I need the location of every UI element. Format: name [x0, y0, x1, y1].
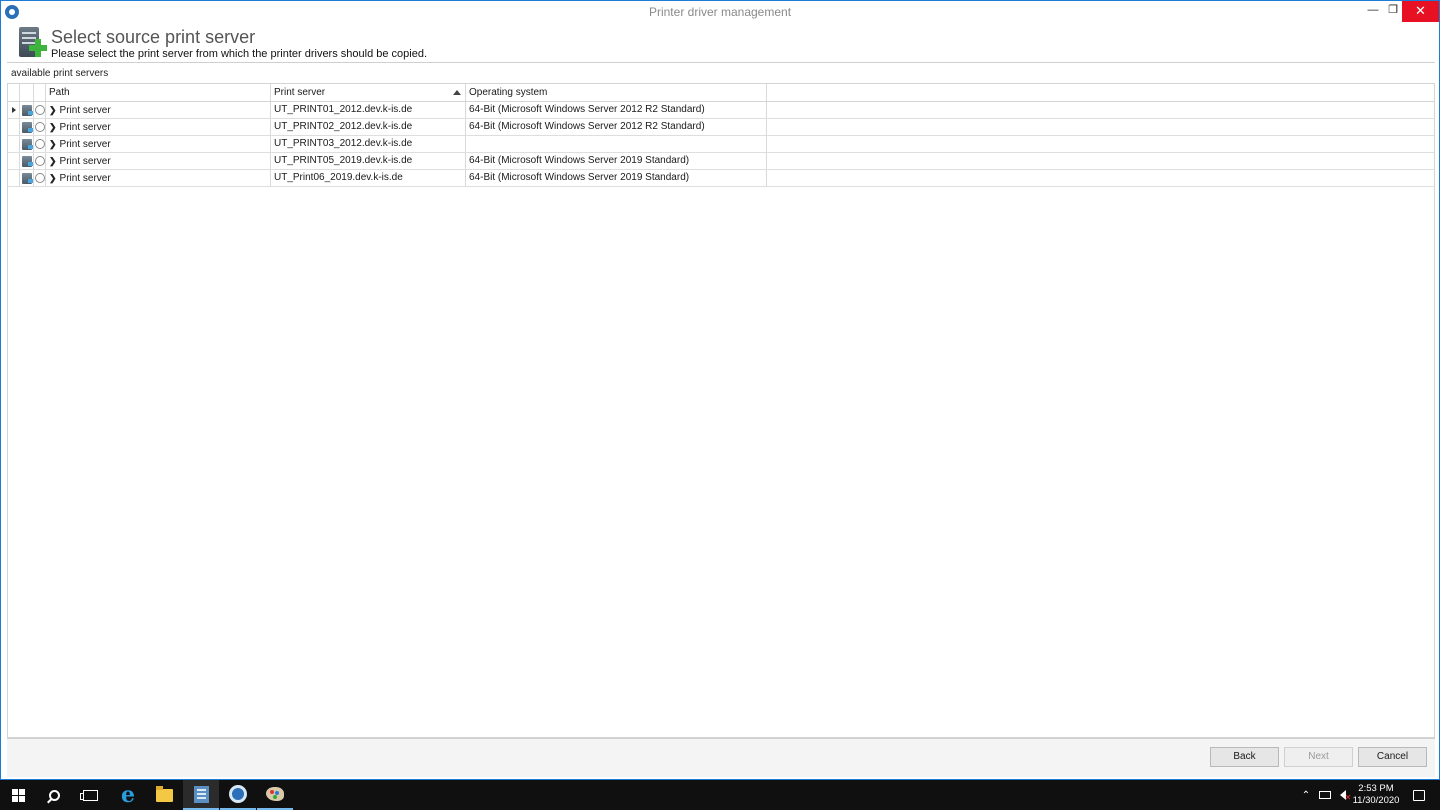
network-icon[interactable]: [1316, 780, 1334, 810]
row-icon-cell: [20, 119, 34, 135]
printer-driver-app-icon[interactable]: [183, 780, 219, 810]
group-label: available print servers: [11, 68, 109, 79]
table-row[interactable]: ❯ Print server UT_PRINT03_2012.dev.k-is.d…: [8, 136, 1434, 153]
os-cell[interactable]: 64-Bit (Microsoft Windows Server 2019 St…: [466, 153, 767, 169]
server-add-icon: [17, 27, 47, 59]
print-server-cell[interactable]: UT_PRINT05_2019.dev.k-is.de: [271, 153, 466, 169]
table-row[interactable]: ❯ Print server UT_PRINT02_2012.dev.k-is.d…: [8, 119, 1434, 136]
print-server-cell[interactable]: UT_Print06_2019.dev.k-is.de: [271, 170, 466, 186]
window-title: Printer driver management: [648, 5, 792, 19]
close-button[interactable]: ✕: [1402, 1, 1439, 22]
chevron-right-icon[interactable]: ❯: [49, 170, 57, 186]
page-title: Select source print server: [51, 27, 256, 47]
current-row-indicator-icon: [12, 107, 16, 113]
column-header-path[interactable]: Path: [46, 84, 271, 101]
system-clock[interactable]: 2:53 PM 11/30/2020: [1352, 783, 1400, 807]
column-header-print-server[interactable]: Print server: [271, 84, 466, 101]
header-icon-column: [20, 84, 34, 101]
row-indicator-cell: [8, 119, 20, 135]
os-cell[interactable]: 64-Bit (Microsoft Windows Server 2012 R2…: [466, 119, 767, 135]
path-cell[interactable]: ❯ Print server: [46, 136, 271, 152]
path-text: Print server: [59, 156, 111, 167]
row-select-cell[interactable]: [34, 170, 46, 186]
volume-muted-icon[interactable]: ✕: [1334, 780, 1352, 810]
select-radio[interactable]: [35, 173, 45, 183]
row-indicator-cell: [8, 153, 20, 169]
row-select-cell[interactable]: [34, 102, 46, 118]
windows-start-icon[interactable]: [0, 780, 36, 810]
header-select-column: [34, 84, 46, 101]
select-radio[interactable]: [35, 122, 45, 132]
path-text: Print server: [59, 122, 111, 133]
header-expander-column: [8, 84, 20, 101]
taskbar: e ⌃ ✕ 2:53 PM 11/30/2020: [0, 780, 1440, 810]
wizard-footer: Back Next Cancel: [7, 739, 1435, 777]
path-text: Print server: [59, 105, 111, 116]
select-radio[interactable]: [35, 156, 45, 166]
table-row[interactable]: ❯ Print server UT_Print06_2019.dev.k-is.d…: [8, 170, 1434, 187]
print-server-icon: [22, 105, 33, 116]
title-bar[interactable]: Printer driver management — ❐ ✕: [1, 1, 1439, 23]
print-server-grid[interactable]: Path Print server Operating system ❯ Prin…: [7, 83, 1435, 738]
row-icon-cell: [20, 170, 34, 186]
chevron-right-icon[interactable]: ❯: [49, 136, 57, 152]
os-cell[interactable]: [466, 136, 767, 152]
print-server-cell[interactable]: UT_PRINT03_2012.dev.k-is.de: [271, 136, 466, 152]
row-select-cell[interactable]: [34, 153, 46, 169]
column-header-operating-system[interactable]: Operating system: [466, 84, 767, 101]
file-explorer-icon[interactable]: [146, 780, 182, 810]
path-cell[interactable]: ❯ Print server: [46, 102, 271, 118]
table-row[interactable]: ❯ Print server UT_PRINT01_2012.dev.k-is.d…: [8, 102, 1434, 119]
clock-time: 2:53 PM: [1358, 783, 1394, 794]
settings-gear-app-icon[interactable]: [220, 780, 256, 810]
chevron-right-icon[interactable]: ❯: [49, 102, 57, 118]
print-server-cell[interactable]: UT_PRINT02_2012.dev.k-is.de: [271, 119, 466, 135]
row-icon-cell: [20, 102, 34, 118]
row-indicator-cell: [8, 136, 20, 152]
print-server-icon: [22, 122, 33, 133]
os-cell[interactable]: 64-Bit (Microsoft Windows Server 2012 R2…: [466, 102, 767, 118]
column-header-print-server-label: Print server: [274, 87, 326, 98]
select-radio[interactable]: [35, 139, 45, 149]
row-icon-cell: [20, 153, 34, 169]
path-cell[interactable]: ❯ Print server: [46, 119, 271, 135]
column-header-os-label: Operating system: [469, 87, 548, 98]
internet-explorer-icon[interactable]: e: [110, 780, 146, 810]
cancel-button[interactable]: Cancel: [1358, 747, 1427, 767]
os-cell[interactable]: 64-Bit (Microsoft Windows Server 2019 St…: [466, 170, 767, 186]
path-text: Print server: [59, 139, 111, 150]
print-server-icon: [22, 173, 33, 184]
print-server-cell[interactable]: UT_PRINT01_2012.dev.k-is.de: [271, 102, 466, 118]
header-divider: [7, 62, 1435, 63]
row-select-cell[interactable]: [34, 136, 46, 152]
row-indicator-cell: [8, 102, 20, 118]
chevron-right-icon[interactable]: ❯: [49, 119, 57, 135]
next-button[interactable]: Next: [1284, 747, 1353, 767]
sort-ascending-icon: [453, 90, 461, 95]
back-button[interactable]: Back: [1210, 747, 1279, 767]
path-text: Print server: [59, 173, 111, 184]
page-subtitle: Please select the print server from whic…: [51, 48, 428, 60]
table-row[interactable]: ❯ Print server UT_PRINT05_2019.dev.k-is.d…: [8, 153, 1434, 170]
paint-icon[interactable]: [257, 780, 293, 810]
row-select-cell[interactable]: [34, 119, 46, 135]
print-server-icon: [22, 156, 33, 167]
path-cell[interactable]: ❯ Print server: [46, 170, 271, 186]
select-radio[interactable]: [35, 105, 45, 115]
row-icon-cell: [20, 136, 34, 152]
show-hidden-icons-chevron[interactable]: ⌃: [1298, 780, 1314, 810]
row-indicator-cell: [8, 170, 20, 186]
chevron-right-icon[interactable]: ❯: [49, 153, 57, 169]
print-server-icon: [22, 139, 33, 150]
task-view-icon[interactable]: [72, 780, 108, 810]
app-window: Printer driver management — ❐ ✕ Select s…: [0, 0, 1440, 780]
column-header-path-label: Path: [49, 87, 70, 98]
action-center-icon[interactable]: [1404, 780, 1434, 810]
path-cell[interactable]: ❯ Print server: [46, 153, 271, 169]
clock-date: 11/30/2020: [1352, 795, 1400, 806]
grid-header: Path Print server Operating system: [8, 84, 1434, 102]
search-icon[interactable]: [36, 780, 72, 810]
